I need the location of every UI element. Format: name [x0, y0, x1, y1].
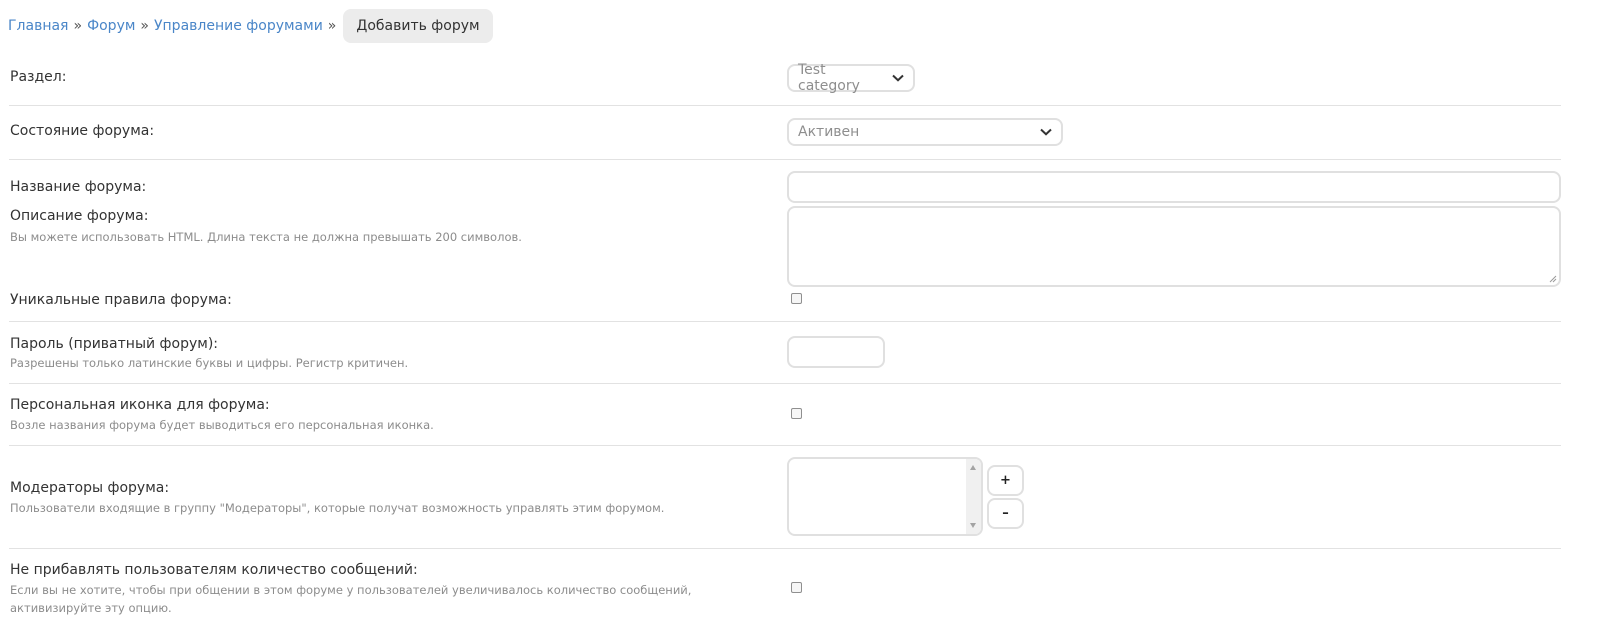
scroll-down-icon[interactable] [970, 523, 976, 528]
moderators-label: Модераторы форума: [10, 480, 170, 496]
password-label: Пароль (приватный форум): [10, 336, 218, 352]
custom-icon-label: Персональная иконка для форума: [10, 397, 270, 413]
breadcrumb-link-manage-forums[interactable]: Управление форумами [154, 18, 323, 34]
password-hint: Разрешены только латинские буквы и цифры… [10, 356, 409, 370]
chevron-down-icon [1034, 128, 1052, 136]
unique-rules-checkbox[interactable] [791, 293, 802, 304]
breadcrumb-link-home[interactable]: Главная [8, 18, 68, 34]
forum-description-label: Описание форума: [10, 208, 149, 224]
forum-description-hint: Вы можете использовать HTML. Длина текст… [10, 230, 522, 244]
divider [9, 548, 1561, 549]
add-moderator-button[interactable]: + [987, 465, 1024, 496]
password-input[interactable] [787, 336, 885, 368]
forum-state-select-value: Активен [798, 124, 860, 140]
breadcrumb-link-forum[interactable]: Форум [87, 18, 135, 34]
forum-description-textarea[interactable] [787, 206, 1561, 287]
no-post-count-label: Не прибавлять пользователям количество с… [10, 562, 418, 578]
forum-name-input[interactable] [787, 171, 1561, 203]
moderators-hint: Пользователи входящие в группу "Модерато… [10, 501, 665, 515]
breadcrumb-separator: » [73, 18, 83, 34]
section-label: Раздел: [10, 69, 67, 85]
custom-icon-hint: Возле названия форума будет выводиться е… [10, 418, 434, 432]
unique-rules-label: Уникальные правила форума: [10, 292, 232, 308]
divider [9, 445, 1561, 446]
remove-moderator-button[interactable]: – [987, 498, 1024, 529]
forum-state-select[interactable]: Активен [787, 118, 1063, 146]
scroll-up-icon[interactable] [970, 465, 976, 470]
moderators-listbox[interactable] [787, 457, 983, 536]
forum-name-label: Название форума: [10, 179, 147, 195]
no-post-count-checkbox[interactable] [791, 582, 802, 593]
no-post-count-hint-line1: Если вы не хотите, чтобы при общении в э… [10, 583, 692, 597]
section-select[interactable]: Test category [787, 62, 915, 94]
divider [9, 321, 1561, 322]
breadcrumb: Главная » Форум » Управление форумами » … [8, 9, 493, 43]
chevron-down-icon [886, 74, 904, 82]
resize-grip-icon[interactable] [1548, 274, 1557, 283]
moderators-scrollbar[interactable] [966, 459, 981, 534]
breadcrumb-separator: » [327, 18, 337, 34]
custom-icon-checkbox[interactable] [791, 408, 802, 419]
divider [9, 383, 1561, 384]
breadcrumb-separator: » [140, 18, 149, 34]
no-post-count-hint-line2: активизируйте эту опцию. [10, 601, 172, 615]
breadcrumb-current: Добавить форум [343, 9, 493, 43]
divider [9, 105, 1561, 106]
divider [9, 159, 1561, 160]
forum-state-label: Состояние форума: [10, 123, 155, 139]
section-select-value: Test category [798, 62, 860, 94]
